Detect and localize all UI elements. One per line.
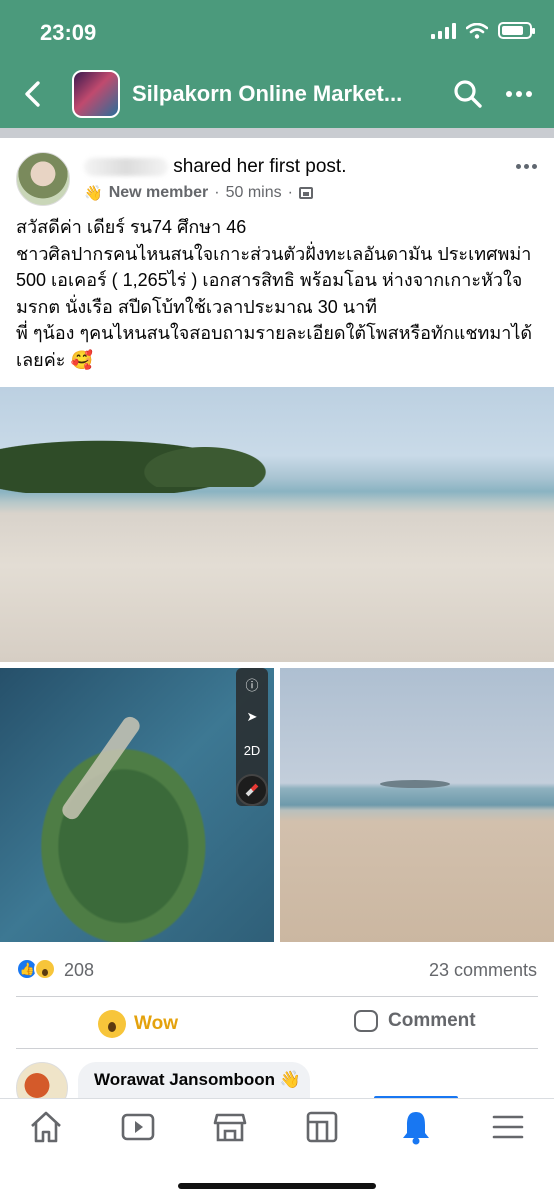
post-text-line: ชาวศิลปากรคนไหนสนใจเกาะส่วนตัวฝั่งทะเลอั… [16,243,532,264]
author-name-redacted[interactable] [84,157,168,176]
section-divider [0,128,554,138]
map-mode-label: 2D [243,742,261,758]
post-time[interactable]: 50 mins [226,184,282,202]
comment-bubble-icon [354,1010,378,1032]
comment-count[interactable]: 23 comments [429,960,537,981]
post-more-icon[interactable] [516,164,537,169]
wow-button[interactable]: Wow [98,1010,178,1038]
wave-hand-icon: 👋 [279,1070,301,1089]
post-text-line: สวัสดีค่า เดียร์ รน74 ศึกษา 46 [16,217,247,237]
group-thumbnail[interactable] [72,70,120,118]
post-text: สวัสดีค่า เดียร์ รน74 ศึกษา 46 ชาวศิลปาก… [16,214,540,373]
post-photo-shore[interactable] [280,668,554,942]
watch-icon[interactable] [118,1107,158,1147]
comment-button[interactable]: Comment [354,1010,476,1032]
post-action-text: shared her first post. [173,156,347,177]
location-arrow-icon: ➤ [246,709,258,724]
battery-icon [498,22,535,39]
more-options-icon[interactable] [506,82,538,106]
post-photo-beach[interactable] [0,387,554,662]
search-icon[interactable] [452,78,484,110]
photo-sandbar-shape [59,713,143,823]
post-text-line: พี่ ๆน้อง ๆคนไหนสนใจสอบถามรายละเอียดใต้โ… [16,323,533,343]
comment-preview: Worawat Jansomboon 👋 [0,1056,554,1100]
wow-label: Wow [134,1013,178,1034]
divider [16,996,538,997]
post-meta: 👋 New member · 50 mins · [84,184,313,202]
meta-separator-icon: · [214,184,220,201]
audience-icon [298,187,313,199]
comment-bubble[interactable]: Worawat Jansomboon 👋 [78,1062,310,1100]
wow-reaction-icon [98,1010,126,1038]
wave-hand-icon: 👋 [84,185,103,202]
post-text-line: เลยค่ะ 🥰 [16,349,93,370]
wifi-icon [466,22,488,39]
reaction-icons[interactable]: 👍 [16,958,56,980]
photo-island-shape [380,780,450,788]
menu-icon[interactable] [488,1107,528,1147]
meta-separator-icon: · [287,184,293,201]
status-icons [431,22,535,39]
bottom-nav [0,1098,554,1200]
marketplace-icon[interactable] [210,1107,250,1147]
home-icon[interactable] [26,1107,66,1147]
group-name[interactable]: Silpakorn Online Market... [132,81,402,107]
post-text-line: มรกต นั่งเรือ สปีดโบ้ทใช้เวลาประมาณ 30 น… [16,296,378,317]
post-photo-satellite[interactable] [0,668,274,942]
comment-label: Comment [388,1010,476,1031]
home-indicator[interactable] [178,1183,376,1189]
status-time: 23:09 [40,20,97,45]
app-header: 23:09 Silpakorn Online Market... [0,0,554,128]
signal-icon [431,22,456,39]
member-badge: New member [108,184,209,201]
divider [16,1048,538,1049]
commenter-avatar[interactable] [16,1062,68,1100]
compass-icon [236,774,268,806]
post-actions: Wow Comment [0,1000,554,1048]
groups-icon[interactable] [302,1107,342,1147]
author-avatar[interactable] [16,152,70,206]
reactions-bar: 👍 208 23 comments [0,952,554,992]
post-header: shared her first post. 👋 New member · 50… [0,138,554,210]
commenter-name[interactable]: Worawat Jansomboon 👋 [94,1070,301,1090]
back-arrow-icon[interactable] [18,78,50,110]
photo-island-shape [120,437,290,487]
notifications-icon[interactable] [396,1107,436,1147]
commenter-name-text: Worawat Jansomboon [94,1070,276,1089]
wow-reaction-icon [34,958,56,980]
info-icon: ⓘ [245,677,259,693]
author-line: shared her first post. [84,156,346,178]
post-text-line: 500 เอเคอร์ ( 1,265ไร่ ) เอกสารสิทธิ พร้… [16,270,523,290]
reaction-count[interactable]: 208 [64,960,94,981]
